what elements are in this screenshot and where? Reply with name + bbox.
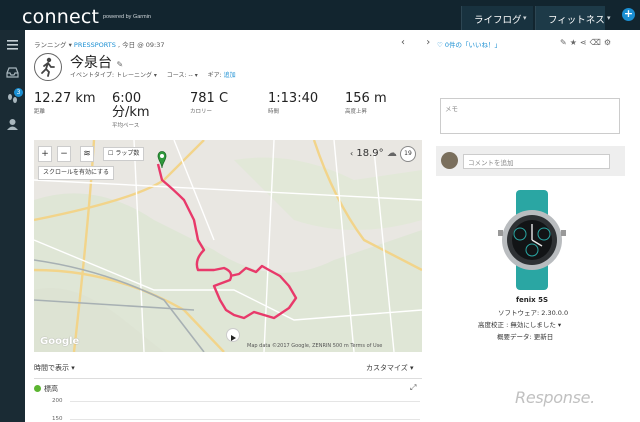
breadcrumb: ランニング ▾ PRESSPORTS , 今日 @ 09:37 xyxy=(34,39,165,49)
gear-label: ギア: xyxy=(207,72,222,79)
logo-subtitle: powered by Garmin xyxy=(103,14,151,20)
settings-icon[interactable]: ⚙ xyxy=(604,38,614,47)
google-logo: Google xyxy=(40,336,80,347)
breadcrumb-time: 今日 @ 09:37 xyxy=(122,41,165,49)
add-button[interactable]: + xyxy=(622,8,635,21)
event-type-label: イベントタイプ: xyxy=(70,72,115,79)
elevation-label: 標高 xyxy=(44,385,58,393)
stat-distance: 12.27 km 距離 xyxy=(34,91,96,116)
altitude-calibration[interactable]: 高度校正 : 無効にしました xyxy=(478,321,556,329)
stat-label: 距離 xyxy=(34,109,46,115)
activity-title: 今泉台 ✎ xyxy=(70,52,123,72)
chevron-down-icon[interactable]: ▾ xyxy=(607,6,617,30)
stat-pace: 6:00 分/km 平均ペース xyxy=(112,92,172,130)
device-software: ソフトウェア: 2.30.0.0 xyxy=(498,309,569,317)
top-bar: connect powered by Garmin ライフログ ▾ フィットネス… xyxy=(0,0,640,30)
memo-field[interactable]: メモ xyxy=(440,98,620,134)
map-attribution: Map data ©2017 Google, ZENRIN 500 m Term… xyxy=(247,343,383,349)
menu-icon[interactable] xyxy=(6,38,19,51)
stat-label: 時間 xyxy=(268,109,280,115)
layers-icon[interactable]: ≋ xyxy=(80,146,94,162)
checkbox-icon[interactable]: ☐ xyxy=(108,150,113,157)
y-tick: 150 xyxy=(52,416,63,422)
device-summary: 概要データ: 更新日 xyxy=(497,333,554,341)
activity-name[interactable]: 今泉台 xyxy=(70,55,112,71)
delete-icon[interactable]: ⌫ xyxy=(590,38,604,47)
activity-toolbar: ✎★⋖⌫⚙ xyxy=(560,38,614,47)
activity-meta: イベントタイプ: トレーニング ▾ コース: -- ▾ ギア: 追加 xyxy=(70,72,236,79)
stat-time: 1:13:40 時間 xyxy=(268,91,319,116)
play-button[interactable] xyxy=(226,328,240,342)
event-type-value[interactable]: トレーニング xyxy=(116,72,152,79)
zoom-out-button[interactable]: − xyxy=(57,146,71,162)
wind-badge: 19 xyxy=(400,146,416,162)
share-icon[interactable]: ⋖ xyxy=(580,38,590,47)
tab-fitness[interactable]: フィットネス xyxy=(535,6,605,30)
stat-label: 平均ペース xyxy=(112,123,140,129)
stat-value: 12.27 km xyxy=(34,91,96,106)
app-root: connect powered by Garmin ライフログ ▾ フィットネス… xyxy=(0,0,640,422)
elevation-legend: 標高 xyxy=(34,384,58,394)
play-icon xyxy=(231,335,236,341)
next-arrow-icon[interactable]: › xyxy=(426,37,430,48)
star-icon[interactable]: ★ xyxy=(570,38,580,47)
cloud-icon: ☁ xyxy=(386,148,397,159)
customize-label: カスタマイズ xyxy=(366,364,408,372)
edit-icon[interactable]: ✎ xyxy=(116,60,123,69)
course-label: コース: xyxy=(166,72,187,79)
stat-value: 1:13:40 xyxy=(268,91,319,106)
profile-icon[interactable] xyxy=(6,118,19,131)
watermark: Response. xyxy=(515,388,595,407)
device-image xyxy=(498,190,566,294)
stat-calories: 781 C カロリー xyxy=(190,91,229,116)
stat-value: 781 C xyxy=(190,91,229,106)
course-value[interactable]: -- xyxy=(188,72,192,79)
enable-scroll-button[interactable]: スクロールを有効にする xyxy=(38,166,115,180)
time-view-label: 時間で表示 xyxy=(34,364,69,372)
weather-readout: ‹ 18.9° ☁ xyxy=(350,148,397,159)
temperature-value: 18.9° xyxy=(356,148,384,159)
previous-arrow-icon[interactable]: ‹ xyxy=(401,37,405,48)
divider xyxy=(34,378,422,379)
notification-badge: 3 xyxy=(14,88,23,97)
heart-icon: ♡ xyxy=(437,41,443,49)
lap-toggle[interactable]: ☐ ラップ数 xyxy=(103,147,145,161)
gridline xyxy=(70,401,420,402)
device-name: fenix 5S xyxy=(516,296,549,304)
connect-logo[interactable]: connect xyxy=(22,6,99,28)
left-sidebar: 3 xyxy=(0,30,25,422)
running-icon xyxy=(34,53,62,81)
chevron-left-icon[interactable]: ‹ xyxy=(350,149,353,158)
stat-elevation-gain: 156 m 高度上昇 xyxy=(345,91,387,116)
gear-add-link[interactable]: 追加 xyxy=(224,72,236,79)
breadcrumb-type[interactable]: ランニング xyxy=(34,41,67,49)
stat-value: 6:00 分/km xyxy=(112,91,150,120)
likes-count: 0件の「いいね！」 xyxy=(444,41,502,49)
comment-input[interactable]: コメントを追加 xyxy=(463,154,610,169)
y-tick: 200 xyxy=(52,398,63,404)
edit-icon[interactable]: ✎ xyxy=(560,38,570,47)
lap-toggle-label: ラップ数 xyxy=(115,150,140,157)
zoom-in-button[interactable]: + xyxy=(38,146,52,162)
inbox-icon[interactable] xyxy=(6,66,19,79)
series-dot xyxy=(34,385,41,392)
breadcrumb-source[interactable]: PRESSPORTS xyxy=(74,41,116,49)
time-view-dropdown[interactable]: 時間で表示 ▾ xyxy=(34,363,75,373)
activity-nav: ‹ › xyxy=(401,37,430,48)
gridline xyxy=(70,419,420,420)
stat-value: 156 m xyxy=(345,91,387,106)
device-altitude: 高度校正 : 無効にしました ▾ xyxy=(478,321,562,329)
expand-icon[interactable]: ⤢ xyxy=(410,383,416,393)
likes-link[interactable]: ♡ 0件の「いいね！」 xyxy=(437,39,501,49)
stat-label: 高度上昇 xyxy=(345,109,368,115)
chevron-down-icon[interactable]: ▾ xyxy=(523,6,533,30)
avatar xyxy=(441,152,458,169)
customize-dropdown[interactable]: カスタマイズ ▾ xyxy=(366,363,414,373)
stat-label: カロリー xyxy=(190,109,213,115)
